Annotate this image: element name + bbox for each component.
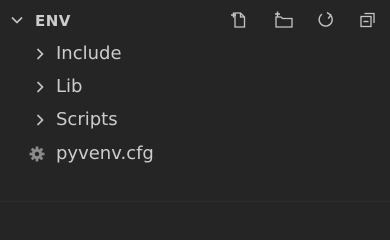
tree-item-label: pyvenv.cfg bbox=[56, 143, 154, 164]
refresh-button[interactable] bbox=[313, 7, 339, 33]
tree-item-pyvenv-cfg[interactable]: pyvenv.cfg bbox=[0, 137, 390, 170]
panel-divider bbox=[0, 201, 390, 202]
tree-item-lib[interactable]: Lib bbox=[0, 70, 390, 103]
section-header-env[interactable]: ENV bbox=[0, 4, 390, 38]
chevron-down-icon[interactable] bbox=[9, 12, 25, 28]
new-folder-icon bbox=[275, 11, 293, 28]
explorer-panel: ENV Include Lib Scripts pyvenv.cfg bbox=[0, 0, 390, 202]
new-file-icon bbox=[231, 12, 246, 28]
new-file-button[interactable] bbox=[226, 7, 252, 33]
chevron-right-icon[interactable] bbox=[32, 79, 48, 95]
tree-item-include[interactable]: Include bbox=[0, 37, 390, 70]
section-actions bbox=[226, 7, 386, 33]
chevron-right-icon[interactable] bbox=[32, 112, 48, 128]
new-folder-button[interactable] bbox=[271, 7, 297, 33]
tree-item-label: Include bbox=[56, 43, 122, 64]
tree-item-label: Lib bbox=[56, 76, 83, 97]
chevron-right-icon[interactable] bbox=[32, 46, 48, 62]
collapse-all-icon bbox=[360, 12, 375, 28]
tree-item-scripts[interactable]: Scripts bbox=[0, 103, 390, 136]
refresh-icon bbox=[318, 11, 333, 27]
collapse-all-button[interactable] bbox=[355, 7, 381, 33]
section-title: ENV bbox=[35, 12, 71, 30]
gear-icon bbox=[28, 145, 46, 163]
tree-item-label: Scripts bbox=[56, 109, 118, 130]
